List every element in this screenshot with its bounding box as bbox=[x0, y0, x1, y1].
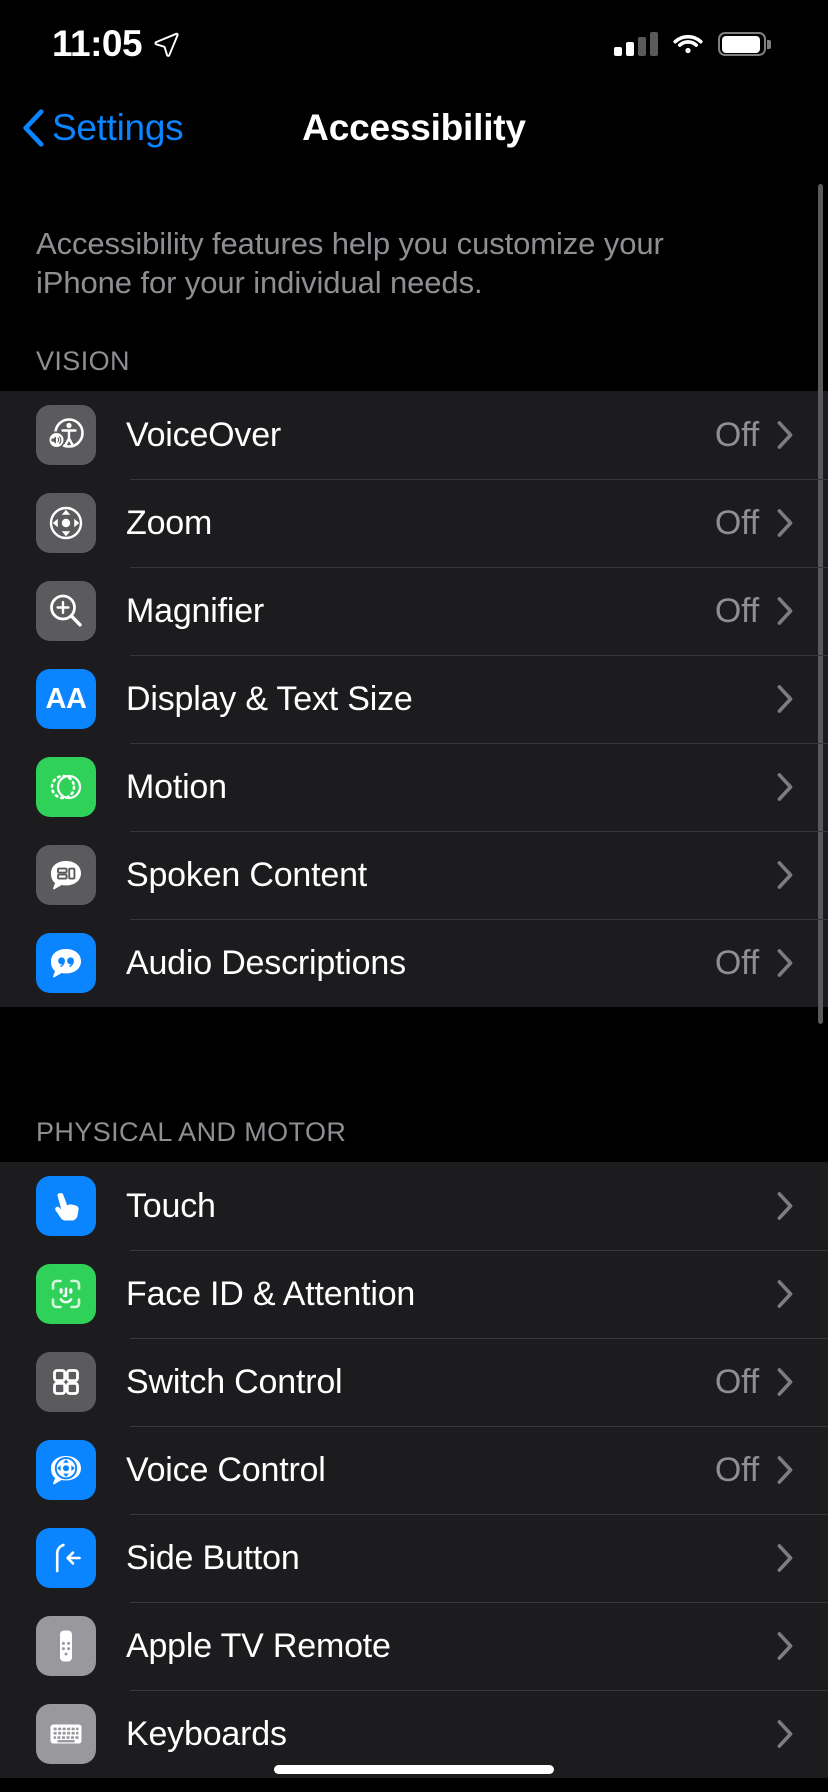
section-header-physical-and-motor: PHYSICAL AND MOTOR bbox=[36, 1117, 347, 1147]
wifi-icon bbox=[673, 34, 703, 54]
section-header-vision: VISION bbox=[36, 346, 130, 376]
row-display-text-size[interactable]: AA Display & Text Size bbox=[0, 655, 828, 743]
battery-full-icon bbox=[718, 32, 771, 56]
row-label: Motion bbox=[126, 767, 227, 806]
chevron-right-icon bbox=[777, 1280, 793, 1308]
aa-glyph: AA bbox=[45, 682, 87, 715]
row-audio-descriptions[interactable]: Audio Descriptions Off bbox=[0, 919, 828, 1007]
settings-group-vision: VoiceOver Off Zoom Off Magnifier Off AA … bbox=[0, 391, 828, 1007]
voiceover-icon bbox=[36, 405, 96, 465]
side-button-icon bbox=[36, 1528, 96, 1588]
row-label: Voice Control bbox=[126, 1450, 326, 1489]
row-value: Off bbox=[714, 1450, 759, 1489]
row-apple-tv-remote[interactable]: Apple TV Remote bbox=[0, 1602, 828, 1690]
row-value: Off bbox=[714, 503, 759, 542]
row-label: Keyboards bbox=[126, 1714, 287, 1753]
intro-description: Accessibility features help you customiz… bbox=[36, 226, 664, 300]
keyboards-icon bbox=[36, 1704, 96, 1764]
row-switch-control[interactable]: Switch Control Off bbox=[0, 1338, 828, 1426]
home-indicator[interactable] bbox=[274, 1765, 554, 1774]
row-touch[interactable]: Touch bbox=[0, 1162, 828, 1250]
row-side-button[interactable]: Side Button bbox=[0, 1514, 828, 1602]
row-value: Off bbox=[714, 1362, 759, 1401]
row-value: Off bbox=[714, 591, 759, 630]
display-text-size-icon: AA bbox=[36, 669, 96, 729]
magnifier-icon bbox=[36, 581, 96, 641]
section-gap bbox=[0, 1007, 828, 1073]
back-button[interactable]: Settings bbox=[22, 106, 184, 149]
row-label: Face ID & Attention bbox=[126, 1274, 416, 1313]
row-label: Spoken Content bbox=[126, 855, 368, 894]
row-label: Side Button bbox=[126, 1538, 300, 1577]
row-face-id-and-attention[interactable]: Face ID & Attention bbox=[0, 1250, 828, 1338]
chevron-right-icon bbox=[777, 1456, 793, 1484]
settings-group-physical-and-motor: Touch Face ID & Attention Switch Control… bbox=[0, 1162, 828, 1778]
voice-control-icon bbox=[36, 1440, 96, 1500]
row-label: Apple TV Remote bbox=[126, 1626, 391, 1665]
chevron-right-icon bbox=[777, 1632, 793, 1660]
chevron-right-icon bbox=[777, 949, 793, 977]
chevron-right-icon bbox=[777, 1368, 793, 1396]
navigation-bar: Settings Accessibility bbox=[0, 88, 828, 168]
chevron-right-icon bbox=[777, 861, 793, 889]
audio-descriptions-icon bbox=[36, 933, 96, 993]
row-value: Off bbox=[714, 943, 759, 982]
chevron-right-icon bbox=[777, 509, 793, 537]
row-label: Magnifier bbox=[126, 591, 265, 630]
row-zoom[interactable]: Zoom Off bbox=[0, 479, 828, 567]
cellular-signal-icon bbox=[614, 32, 658, 56]
chevron-left-icon bbox=[23, 108, 44, 147]
switch-control-icon bbox=[36, 1352, 96, 1412]
row-label: Zoom bbox=[126, 503, 213, 542]
chevron-right-icon bbox=[777, 421, 793, 449]
row-magnifier[interactable]: Magnifier Off bbox=[0, 567, 828, 655]
chevron-right-icon bbox=[777, 1544, 793, 1572]
back-button-label: Settings bbox=[52, 106, 184, 148]
settings-scroll-view[interactable]: Accessibility features help you customiz… bbox=[0, 168, 828, 1792]
clock: 11:05 bbox=[52, 23, 143, 64]
row-label: Audio Descriptions bbox=[126, 943, 406, 982]
chevron-right-icon bbox=[777, 685, 793, 713]
status-bar-left: 11:05 bbox=[52, 23, 179, 65]
zoom-icon bbox=[36, 493, 96, 553]
chevron-right-icon bbox=[777, 1720, 793, 1748]
touch-icon bbox=[36, 1176, 96, 1236]
row-voiceover[interactable]: VoiceOver Off bbox=[0, 391, 828, 479]
face-id-icon bbox=[36, 1264, 96, 1324]
status-bar: 11:05 bbox=[0, 0, 828, 88]
spoken-content-icon bbox=[36, 845, 96, 905]
motion-icon bbox=[36, 757, 96, 817]
status-bar-right bbox=[614, 32, 771, 56]
chevron-right-icon bbox=[777, 597, 793, 625]
row-label: Touch bbox=[126, 1186, 216, 1225]
chevron-right-icon bbox=[777, 1192, 793, 1220]
row-label: VoiceOver bbox=[126, 415, 282, 454]
row-label: Switch Control bbox=[126, 1362, 343, 1401]
row-label: Display & Text Size bbox=[126, 679, 413, 718]
row-voice-control[interactable]: Voice Control Off bbox=[0, 1426, 828, 1514]
chevron-right-icon bbox=[777, 773, 793, 801]
row-value: Off bbox=[714, 415, 759, 454]
row-motion[interactable]: Motion bbox=[0, 743, 828, 831]
iphone-screen: 11:05 Settings Accessibility Accessibili… bbox=[0, 0, 828, 1792]
location-arrow-icon bbox=[154, 32, 179, 57]
row-spoken-content[interactable]: Spoken Content bbox=[0, 831, 828, 919]
apple-tv-remote-icon bbox=[36, 1616, 96, 1676]
